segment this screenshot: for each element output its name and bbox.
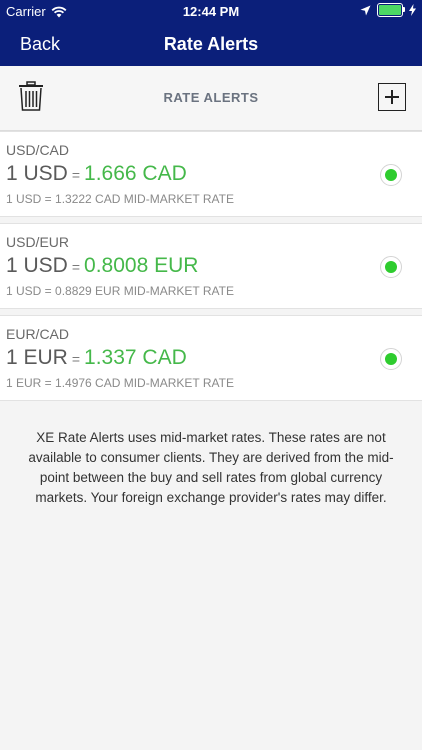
alert-card-usd-cad[interactable]: USD/CAD 1 USD = 1.666 CAD 1 USD = 1.3222 C… bbox=[0, 131, 422, 217]
alert-active-toggle[interactable] bbox=[380, 348, 402, 370]
base-amount: 1 USD bbox=[6, 254, 68, 277]
alert-rate: 1 EUR = 1.337 CAD bbox=[6, 346, 187, 370]
location-arrow-icon bbox=[360, 5, 371, 15]
base-amount: 1 EUR bbox=[6, 346, 68, 369]
alert-rate: 1 USD = 1.666 CAD bbox=[6, 162, 187, 186]
status-right bbox=[360, 3, 416, 17]
disclaimer-text: XE Rate Alerts uses mid-market rates. Th… bbox=[28, 430, 394, 505]
target-rate: 0.8008 EUR bbox=[84, 254, 199, 277]
alert-active-toggle[interactable] bbox=[380, 256, 402, 278]
mid-market-rate: 1 USD = 0.8829 EUR MID-MARKET RATE bbox=[6, 284, 234, 298]
equals-sign: = bbox=[71, 351, 81, 367]
target-rate: 1.337 CAD bbox=[84, 346, 187, 369]
rate-alerts-toolbar: RATE ALERTS bbox=[0, 66, 422, 131]
alert-active-toggle[interactable] bbox=[380, 164, 402, 186]
battery-icon bbox=[377, 3, 405, 17]
status-bar: Carrier 12:44 PM bbox=[0, 0, 422, 22]
currency-pair-label: USD/EUR bbox=[6, 234, 70, 250]
currency-pair-label: EUR/CAD bbox=[6, 326, 70, 342]
target-rate: 1.666 CAD bbox=[84, 162, 187, 185]
equals-sign: = bbox=[71, 167, 81, 183]
navigation-bar: Back Rate Alerts bbox=[0, 22, 422, 66]
status-time: 12:44 PM bbox=[182, 4, 240, 19]
alert-rate: 1 USD = 0.8008 EUR bbox=[6, 254, 198, 278]
base-amount: 1 USD bbox=[6, 162, 68, 185]
mid-market-rate: 1 USD = 1.3222 CAD MID-MARKET RATE bbox=[6, 192, 234, 206]
alert-card-eur-cad[interactable]: EUR/CAD 1 EUR = 1.337 CAD 1 EUR = 1.4976 C… bbox=[0, 315, 422, 401]
equals-sign: = bbox=[71, 259, 81, 275]
page-title: Rate Alerts bbox=[163, 34, 259, 54]
charging-bolt-icon bbox=[409, 4, 416, 16]
section-title: RATE ALERTS bbox=[163, 90, 259, 105]
add-alert-button[interactable] bbox=[378, 83, 406, 111]
alert-card-usd-eur[interactable]: USD/EUR 1 USD = 0.8008 EUR 1 USD = 0.8829 … bbox=[0, 223, 422, 309]
currency-pair-label: USD/CAD bbox=[6, 142, 70, 158]
mid-market-rate: 1 EUR = 1.4976 CAD MID-MARKET RATE bbox=[6, 376, 234, 390]
